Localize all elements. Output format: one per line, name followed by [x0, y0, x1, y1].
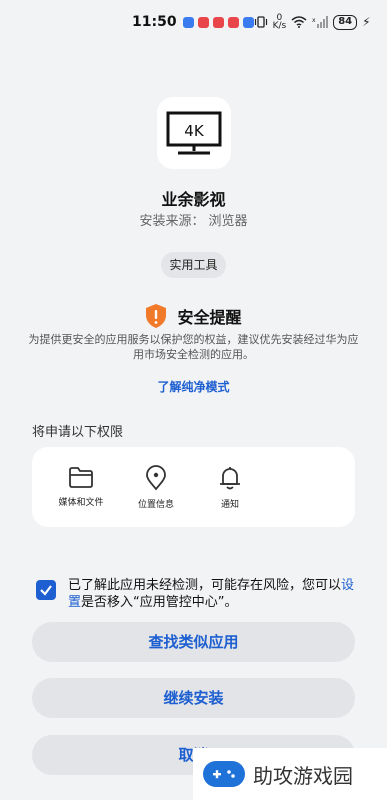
checkmark-icon — [40, 585, 52, 596]
find-similar-apps-button[interactable]: 查找类似应用 — [32, 622, 355, 662]
category-chip: 实用工具 — [161, 252, 226, 278]
battery-level: 84 — [333, 14, 358, 30]
pure-mode-link[interactable]: 了解纯净模式 — [0, 378, 387, 395]
shield-warning-icon — [146, 304, 167, 328]
notification-icon — [212, 16, 224, 28]
wifi-icon — [291, 16, 307, 28]
permission-label: 媒体和文件 — [58, 498, 104, 508]
app-name: 业余影视 — [161, 190, 226, 209]
tv-4k-icon: 4K — [166, 111, 222, 155]
install-source: 安装来源： 浏览器 — [0, 210, 387, 229]
security-alert-header: 安全提醒 — [0, 303, 387, 329]
permissions-heading: 将申请以下权限 — [32, 425, 124, 440]
consent-text: 已了解此应用未经检测，可能存在风险，您可以设置是否移入“应用管控中心”。 — [68, 577, 360, 611]
permission-item-media[interactable]: 媒体和文件 — [45, 465, 117, 508]
status-time: 11:50 — [132, 14, 177, 30]
notification-icon — [182, 16, 194, 28]
charging-icon: ⚡ — [362, 15, 371, 29]
network-speed-unit: K/s — [272, 21, 287, 31]
permissions-card: 媒体和文件 位置信息 通知 — [32, 447, 355, 527]
consent-checkbox[interactable] — [36, 580, 56, 600]
permission-label: 位置信息 — [137, 500, 174, 510]
consent-text-before: 已了解此应用未经检测，可能存在风险，您可以 — [68, 578, 342, 593]
status-right: 0 K/s x 84 ⚡ — [254, 14, 371, 31]
consent-text-after: 是否移入“应用管控中心”。 — [81, 595, 238, 610]
location-pin-icon — [146, 465, 166, 491]
permission-label: 通知 — [220, 500, 239, 510]
install-source-label: 安装来源： — [139, 214, 205, 229]
app-icon-text: 4K — [184, 122, 205, 140]
watermark: 助攻游戏园 — [193, 748, 387, 800]
install-source-value: 浏览器 — [208, 214, 248, 229]
gamepad-logo-icon — [203, 761, 245, 787]
app-icon: 4K — [157, 97, 231, 169]
status-bar: 11:50 0 K/s x 84 ⚡ — [0, 0, 387, 44]
folder-icon — [69, 467, 93, 488]
notification-icon — [227, 16, 239, 28]
signal-icon: x — [312, 16, 329, 28]
notification-icon — [242, 16, 254, 28]
notification-icon — [197, 16, 209, 28]
notification-icons — [182, 16, 254, 28]
watermark-text: 助攻游戏园 — [253, 763, 353, 788]
vibrate-icon — [254, 16, 267, 28]
permission-item-notification[interactable]: 通知 — [194, 465, 266, 510]
security-description: 为提供更安全的应用服务以保护您的权益，建议优先安装经过华为应用市场安全检测的应用… — [28, 333, 359, 361]
security-title: 安全提醒 — [177, 308, 242, 327]
bell-icon — [220, 467, 240, 490]
svg-text:x: x — [312, 17, 316, 24]
continue-install-button[interactable]: 继续安装 — [32, 678, 355, 718]
permission-item-location[interactable]: 位置信息 — [120, 465, 192, 510]
